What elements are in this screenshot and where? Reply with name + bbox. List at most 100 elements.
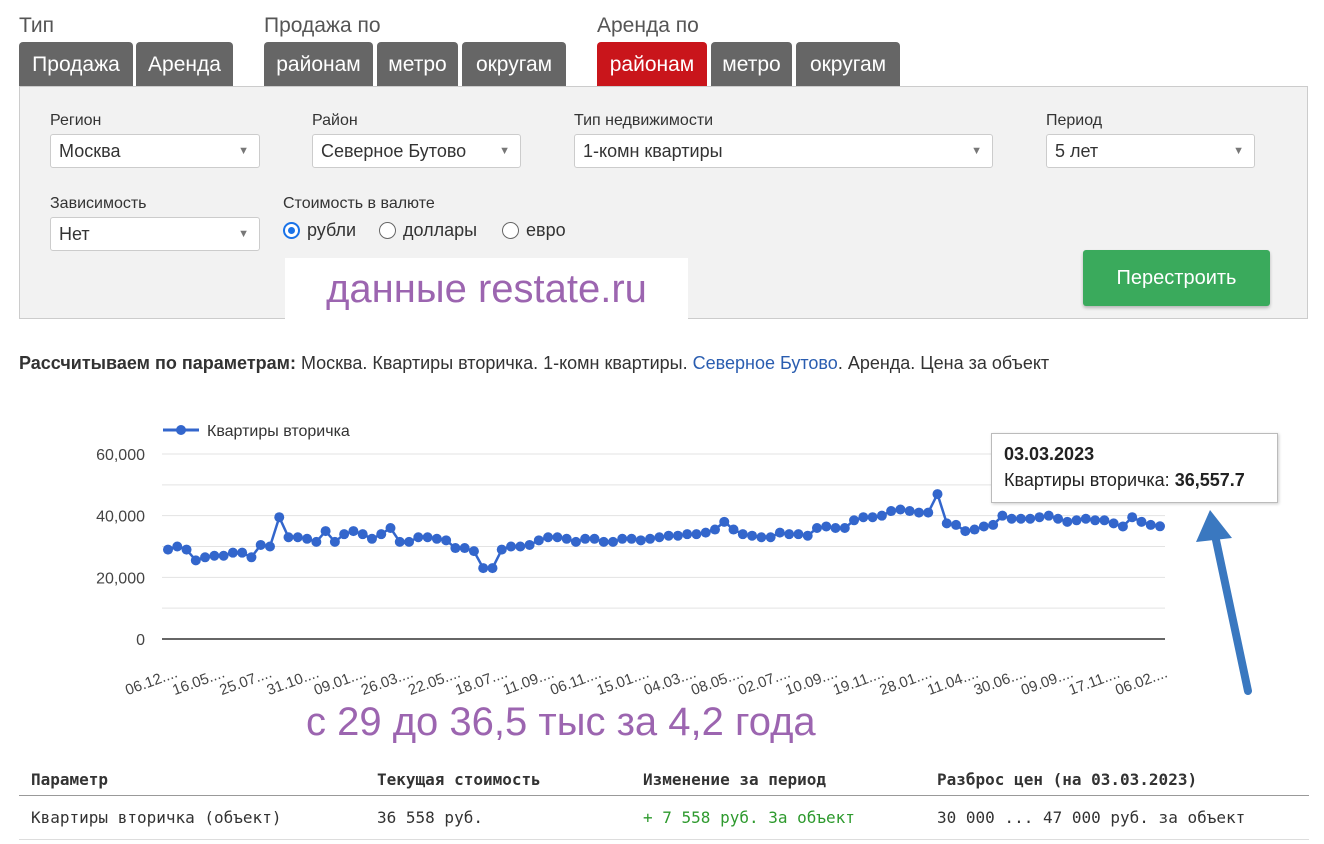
tab-sale-metro[interactable]: метро [377, 42, 458, 86]
data-point [468, 546, 479, 557]
tab-rent-okrugs[interactable]: округам [796, 42, 900, 86]
stats-table: Параметр Текущая стоимость Изменение за … [19, 764, 1309, 840]
data-point [709, 524, 720, 535]
dropdown-arrow-icon: ▼ [238, 228, 249, 240]
tooltip-series: Квартиры вторичка: [1004, 470, 1170, 490]
data-point [376, 529, 387, 540]
data-point [533, 535, 544, 546]
data-point [672, 530, 683, 541]
data-point [422, 532, 433, 543]
dropdown-arrow-icon: ▼ [1233, 145, 1244, 157]
tab-sale[interactable]: Продажа [19, 42, 133, 86]
data-point [830, 523, 841, 533]
data-point [895, 504, 906, 515]
data-point [645, 533, 656, 544]
legend-label: Квартиры вторичка [207, 423, 350, 440]
data-point [524, 539, 535, 550]
data-point [1015, 513, 1026, 524]
params-label: Рассчитываем по параметрам: [19, 353, 296, 373]
region-select[interactable]: Москва ▼ [50, 134, 260, 168]
y-tick-label: 60,000 [96, 447, 145, 464]
data-point [719, 516, 730, 527]
data-point [932, 489, 943, 500]
data-point [292, 532, 303, 543]
data-point [765, 532, 776, 543]
property-type-select[interactable]: 1-комн квартиры ▼ [574, 134, 993, 168]
district-select[interactable]: Северное Бутово ▼ [312, 134, 521, 168]
cell-spread: 30 000 ... 47 000 руб. за объект [925, 795, 1309, 840]
data-point [404, 536, 415, 547]
data-point [580, 533, 591, 544]
data-point [635, 535, 646, 546]
annotation-arrowhead [1196, 510, 1232, 542]
data-point [598, 536, 609, 547]
data-point [997, 510, 1008, 521]
data-point [1127, 512, 1138, 523]
period-select[interactable]: 5 лет ▼ [1046, 134, 1255, 168]
data-point [181, 544, 192, 555]
data-point [802, 530, 813, 541]
period-label: Период [1046, 112, 1103, 129]
radio-euro[interactable]: евро [502, 220, 566, 241]
data-point [366, 533, 377, 544]
data-point [839, 523, 850, 533]
rebuild-button[interactable]: Перестроить [1083, 250, 1270, 306]
data-point [385, 523, 396, 533]
radio-unchecked-icon [502, 222, 519, 239]
radio-unchecked-icon [379, 222, 396, 239]
data-point [264, 541, 275, 552]
dependency-label: Зависимость [50, 195, 147, 212]
annotation-text: с 29 до 36,5 тыс за 4,2 года [306, 700, 816, 744]
tab-rent-districts[interactable]: районам [597, 42, 707, 86]
data-point [413, 532, 424, 543]
data-point [450, 543, 461, 554]
y-tick-label: 20,000 [96, 570, 145, 587]
data-point [1090, 515, 1101, 526]
data-point [747, 530, 758, 541]
tab-rent[interactable]: Аренда [136, 42, 233, 86]
data-point [978, 521, 989, 532]
data-point [608, 536, 619, 547]
data-point [311, 536, 322, 547]
tab-sale-okrugs[interactable]: округам [462, 42, 566, 86]
col-header-change: Изменение за период [631, 764, 925, 796]
type-group-label: Тип [19, 14, 55, 37]
cell-current: 36 558 руб. [365, 795, 631, 840]
data-point [913, 507, 924, 518]
data-point [172, 541, 183, 552]
data-point [663, 530, 674, 541]
data-point [1117, 521, 1128, 532]
dropdown-arrow-icon: ▼ [499, 145, 510, 157]
data-point [1062, 516, 1073, 527]
radio-checked-icon [283, 222, 300, 239]
y-tick-label: 40,000 [96, 509, 145, 526]
data-point [200, 552, 211, 563]
dependency-select[interactable]: Нет ▼ [50, 217, 260, 251]
radio-rubles[interactable]: рубли [283, 220, 356, 241]
data-point [431, 533, 442, 544]
data-point [700, 527, 711, 538]
tab-sale-districts[interactable]: районам [264, 42, 373, 86]
data-point [209, 550, 220, 561]
params-text: Москва. Квартиры вторичка. 1-комн кварти… [295, 353, 693, 373]
data-point [283, 532, 294, 543]
series-line [167, 490, 1161, 570]
data-point [339, 529, 350, 540]
params-line: Рассчитываем по параметрам: Москва. Квар… [19, 353, 1049, 374]
data-point [923, 507, 934, 518]
district-label: Район [312, 112, 358, 129]
data-point [774, 527, 785, 538]
data-point [302, 533, 313, 544]
dropdown-arrow-icon: ▼ [238, 145, 249, 157]
data-point [1136, 516, 1147, 527]
district-link[interactable]: Северное Бутово [693, 353, 838, 373]
radio-dollars[interactable]: доллары [379, 220, 477, 241]
data-point [969, 524, 980, 535]
data-point [811, 523, 822, 533]
y-tick-label: 0 [136, 632, 145, 649]
data-point [626, 533, 637, 544]
tooltip-value: 36,557.7 [1174, 470, 1245, 490]
data-point [348, 526, 359, 537]
data-point [255, 539, 266, 550]
tab-rent-metro[interactable]: метро [711, 42, 792, 86]
